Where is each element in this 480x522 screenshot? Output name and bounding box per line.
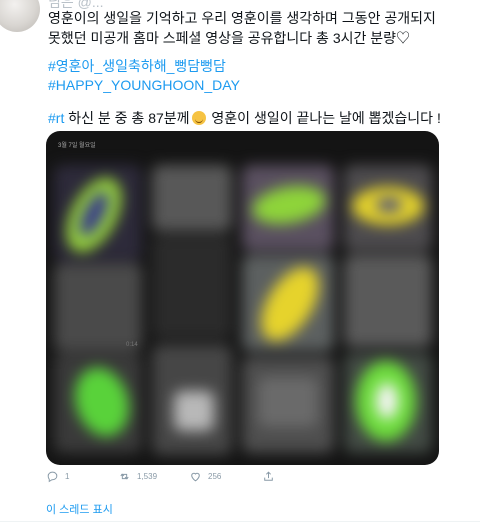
rt-text: 하신 분 중 총 87분께	[64, 110, 190, 126]
hashtag-link[interactable]: #HAPPY_YOUNGHOON_DAY	[48, 77, 240, 93]
media-video[interactable]: 3월 7일 월요일 0:14	[46, 131, 439, 465]
reply-button[interactable]: 1	[46, 470, 69, 483]
share-icon	[264, 471, 273, 481]
tweet-actions: 1 1,539 256	[0, 470, 480, 492]
show-thread-link[interactable]: 이 스레드 표시	[46, 501, 113, 517]
video-counter: 0:14	[126, 342, 138, 348]
avatar[interactable]	[0, 0, 40, 32]
hashtag-link[interactable]: #영훈아_생일축하해_뻥담뻥담	[48, 56, 226, 76]
heart-icon	[191, 472, 200, 482]
blurred-video-frame	[46, 131, 439, 465]
video-timestamp: 3월 7일 월요일	[58, 143, 96, 149]
like-button[interactable]: 256	[189, 470, 221, 483]
rt-line: #rt 하신 분 중 총 87분께 영훈이 생일이 끝나는 날에 뽑겠습니다 !	[48, 108, 441, 128]
party-face-emoji-icon	[191, 111, 206, 125]
reply-count: 1	[65, 472, 70, 481]
share-button[interactable]	[262, 470, 275, 483]
retweet-count: 1,539	[137, 472, 158, 481]
retweet-button[interactable]: 1,539	[118, 470, 157, 483]
like-count: 256	[208, 472, 222, 481]
reply-icon	[47, 471, 58, 483]
hashtag-link[interactable]: #rt	[48, 110, 64, 126]
retweet-icon	[120, 473, 129, 480]
tweet-text: 영훈이의 생일을 기억하고 우리 영훈이를 생각하며 그동안 공개되지 못했던 …	[48, 10, 436, 46]
rt-text: 영훈이 생일이 끝나는 날에 뽑겠습니다 !	[207, 110, 441, 126]
